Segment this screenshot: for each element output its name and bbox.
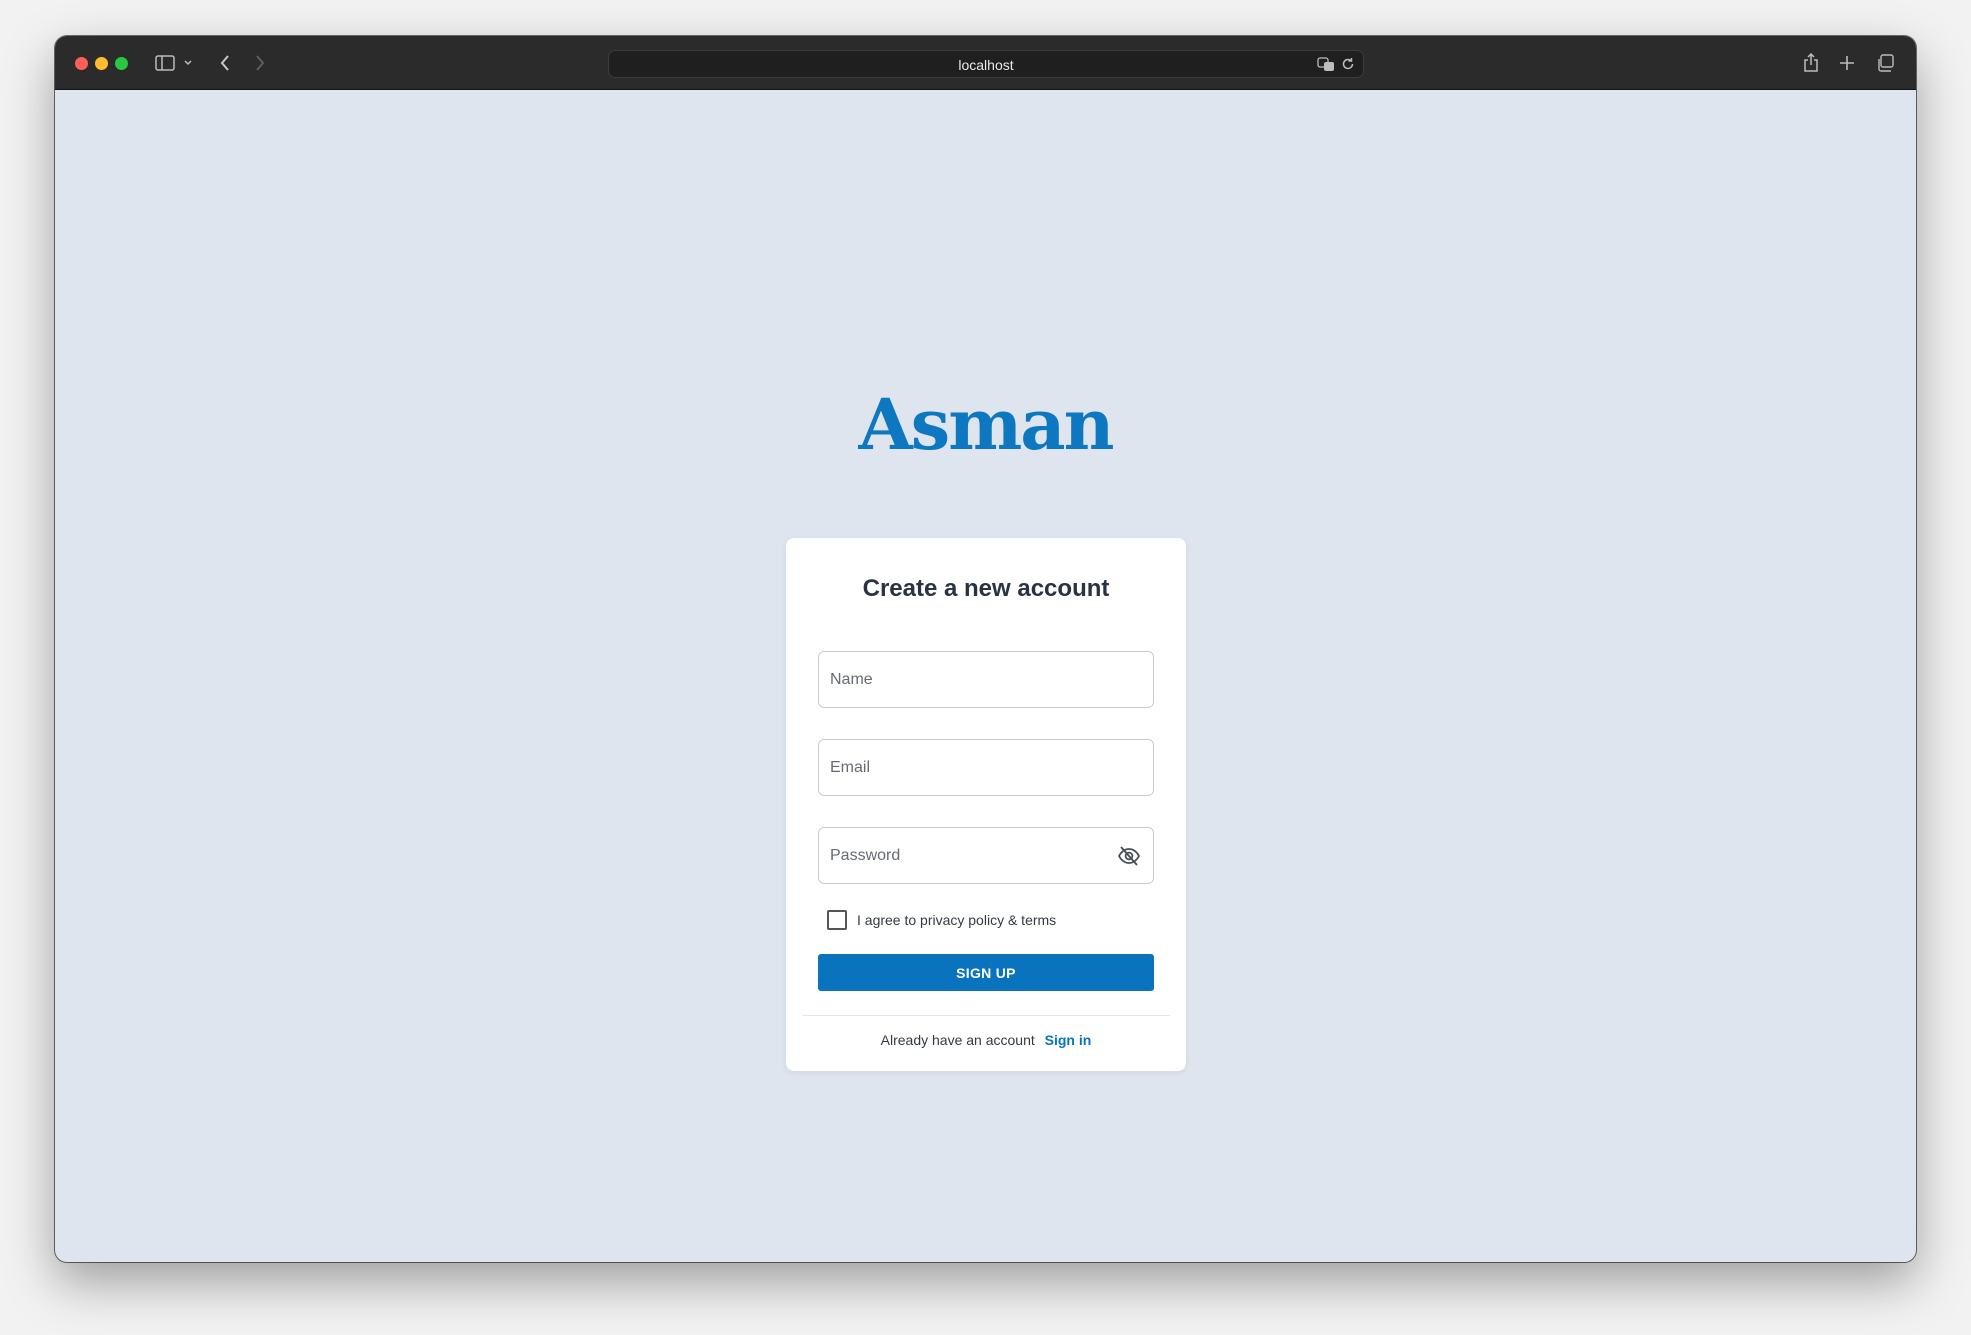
url-text[interactable]: localhost bbox=[609, 57, 1363, 73]
agree-checkbox[interactable] bbox=[827, 910, 847, 930]
signin-row: Already have an account Sign in bbox=[786, 1032, 1186, 1048]
zoom-window-button[interactable] bbox=[115, 57, 128, 70]
name-input[interactable] bbox=[830, 652, 1109, 707]
address-bar[interactable]: localhost bbox=[608, 50, 1364, 78]
agree-row[interactable]: I agree to privacy policy & terms bbox=[827, 910, 1056, 930]
email-field[interactable] bbox=[818, 739, 1154, 796]
signup-card: Create a new account I agree to privacy … bbox=[786, 538, 1186, 1071]
page-content: Asman Create a new account I agree to pr… bbox=[55, 91, 1916, 1262]
name-field[interactable] bbox=[818, 651, 1154, 708]
agree-label[interactable]: I agree to privacy policy & terms bbox=[857, 912, 1056, 928]
signin-prompt: Already have an account bbox=[880, 1032, 1035, 1048]
sidebar-icon[interactable] bbox=[153, 51, 177, 75]
chevron-left-icon[interactable] bbox=[215, 51, 235, 75]
close-window-button[interactable] bbox=[75, 57, 88, 70]
plus-icon[interactable] bbox=[1836, 51, 1858, 75]
chevron-right-icon[interactable] bbox=[250, 51, 270, 75]
reload-icon[interactable] bbox=[1341, 57, 1355, 71]
brand-logo: Asman bbox=[858, 383, 1114, 466]
translate-icon[interactable] bbox=[1317, 56, 1335, 72]
divider bbox=[802, 1015, 1170, 1016]
share-icon[interactable] bbox=[1800, 51, 1822, 75]
browser-window: localhost Asman Create a new account Nam… bbox=[55, 36, 1916, 1262]
eye-off-icon[interactable] bbox=[1117, 845, 1141, 867]
sign-in-link[interactable]: Sign in bbox=[1045, 1032, 1092, 1048]
minimize-window-button[interactable] bbox=[95, 57, 108, 70]
browser-titlebar: localhost bbox=[55, 36, 1916, 90]
password-input[interactable] bbox=[830, 828, 1109, 883]
chevron-down-icon[interactable] bbox=[181, 51, 195, 75]
tabs-icon[interactable] bbox=[1874, 51, 1896, 75]
sign-up-button[interactable]: SIGN UP bbox=[818, 954, 1154, 991]
password-field[interactable] bbox=[818, 827, 1154, 884]
email-input[interactable] bbox=[830, 740, 1109, 795]
page-title: Create a new account bbox=[862, 575, 1110, 602]
